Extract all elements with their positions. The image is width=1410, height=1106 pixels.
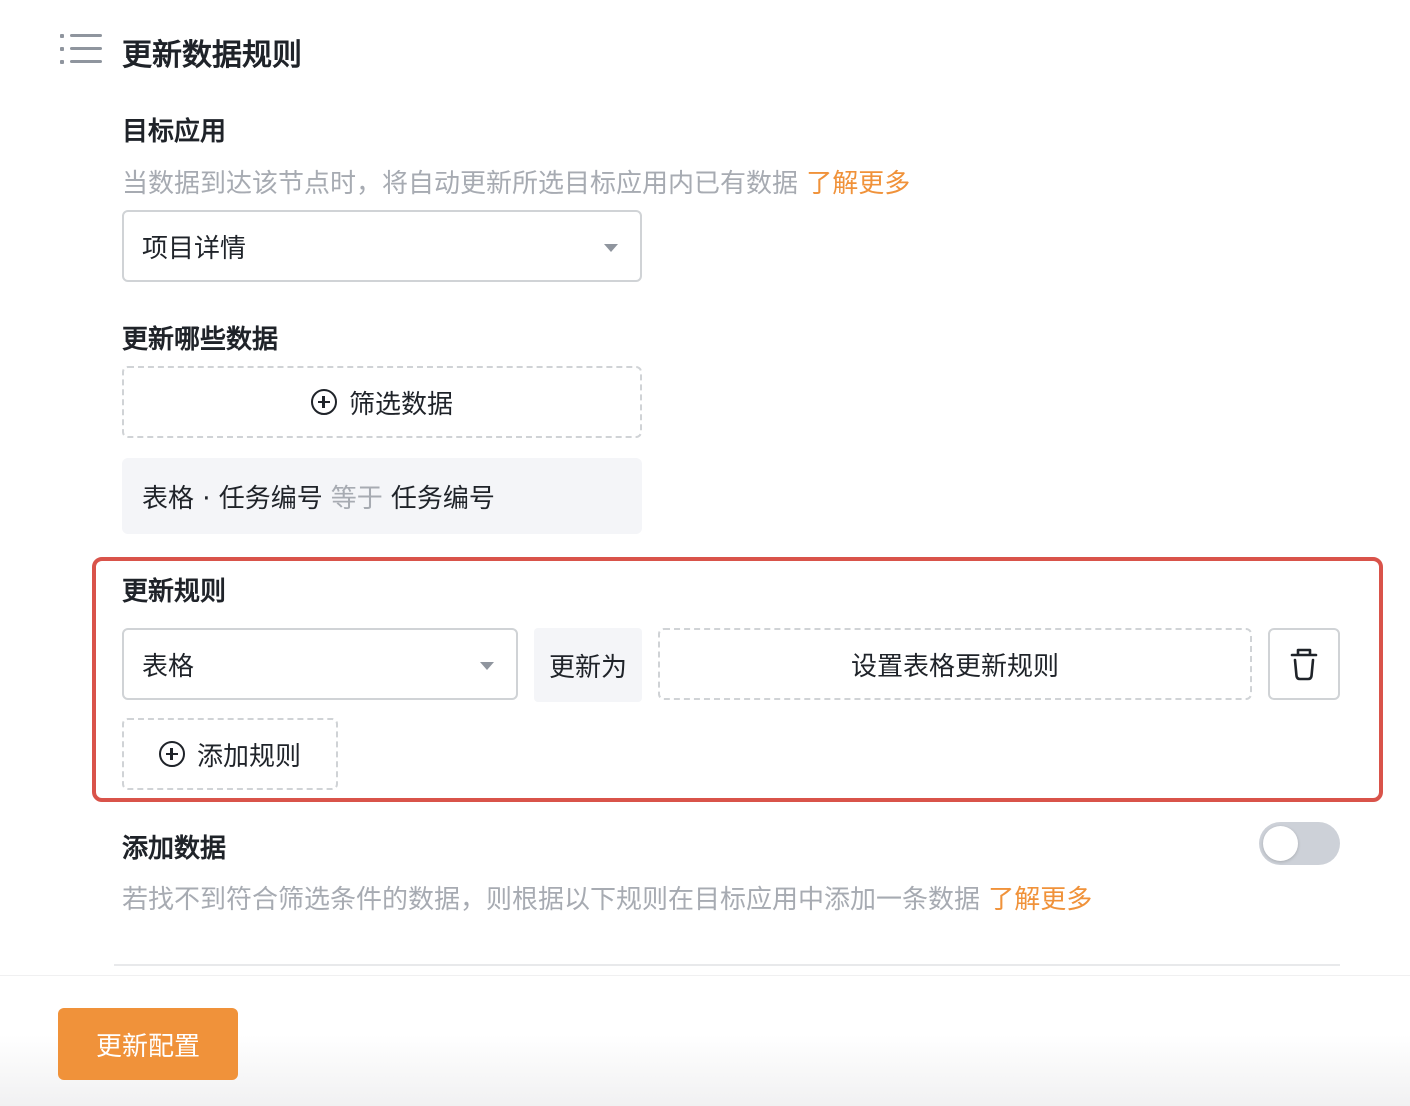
target-app-learn-more-link[interactable]: 了解更多 <box>806 169 910 199</box>
target-app-description-text: 当数据到达该节点时，将自动更新所选目标应用内已有数据 <box>122 169 799 199</box>
plus-circle-icon <box>158 741 185 767</box>
which-data-title: 更新哪些数据 <box>122 325 279 355</box>
condition-field: 表格 · 任务编号 <box>142 483 323 514</box>
rule-field-select[interactable]: 表格 <box>122 628 518 700</box>
chevron-down-icon <box>480 662 494 670</box>
rule-field-value: 表格 <box>142 651 195 682</box>
chevron-down-icon <box>604 244 618 252</box>
add-data-description: 若找不到符合筛选条件的数据，则根据以下规则在目标应用中添加一条数据 了解更多 <box>122 879 1092 916</box>
plus-circle-icon <box>310 389 337 415</box>
update-rules-title: 更新规则 <box>122 577 227 607</box>
delete-rule-button[interactable] <box>1268 628 1340 700</box>
toggle-knob <box>1263 826 1298 861</box>
add-data-learn-more-link[interactable]: 了解更多 <box>988 885 1092 915</box>
add-rule-label: 添加规则 <box>196 741 301 772</box>
condition-value: 任务编号 <box>390 483 495 514</box>
target-app-select[interactable]: 项目详情 <box>122 210 642 282</box>
set-update-rule-label: 设置表格更新规则 <box>850 651 1059 682</box>
trash-icon <box>1290 648 1318 681</box>
add-data-description-text: 若找不到符合筛选条件的数据，则根据以下规则在目标应用中添加一条数据 <box>122 885 981 915</box>
add-rule-button[interactable]: 添加规则 <box>122 718 338 790</box>
condition-operator: 等于 <box>330 483 383 514</box>
target-app-description: 当数据到达该节点时，将自动更新所选目标应用内已有数据 了解更多 <box>122 163 910 200</box>
target-app-select-value: 项目详情 <box>142 233 247 264</box>
target-app-title: 目标应用 <box>122 117 227 147</box>
filter-condition[interactable]: 表格 · 任务编号 等于 任务编号 <box>122 458 642 534</box>
divider <box>114 964 1340 966</box>
list-icon <box>60 32 104 66</box>
add-data-title: 添加数据 <box>122 834 227 864</box>
filter-data-label: 筛选数据 <box>348 389 453 420</box>
filter-data-button[interactable]: 筛选数据 <box>122 366 642 438</box>
update-config-button[interactable]: 更新配置 <box>58 1008 238 1080</box>
set-update-rule-button[interactable]: 设置表格更新规则 <box>658 628 1252 700</box>
update-as-label: 更新为 <box>534 628 642 702</box>
page-title: 更新数据规则 <box>122 38 302 73</box>
add-data-toggle[interactable] <box>1259 822 1340 865</box>
